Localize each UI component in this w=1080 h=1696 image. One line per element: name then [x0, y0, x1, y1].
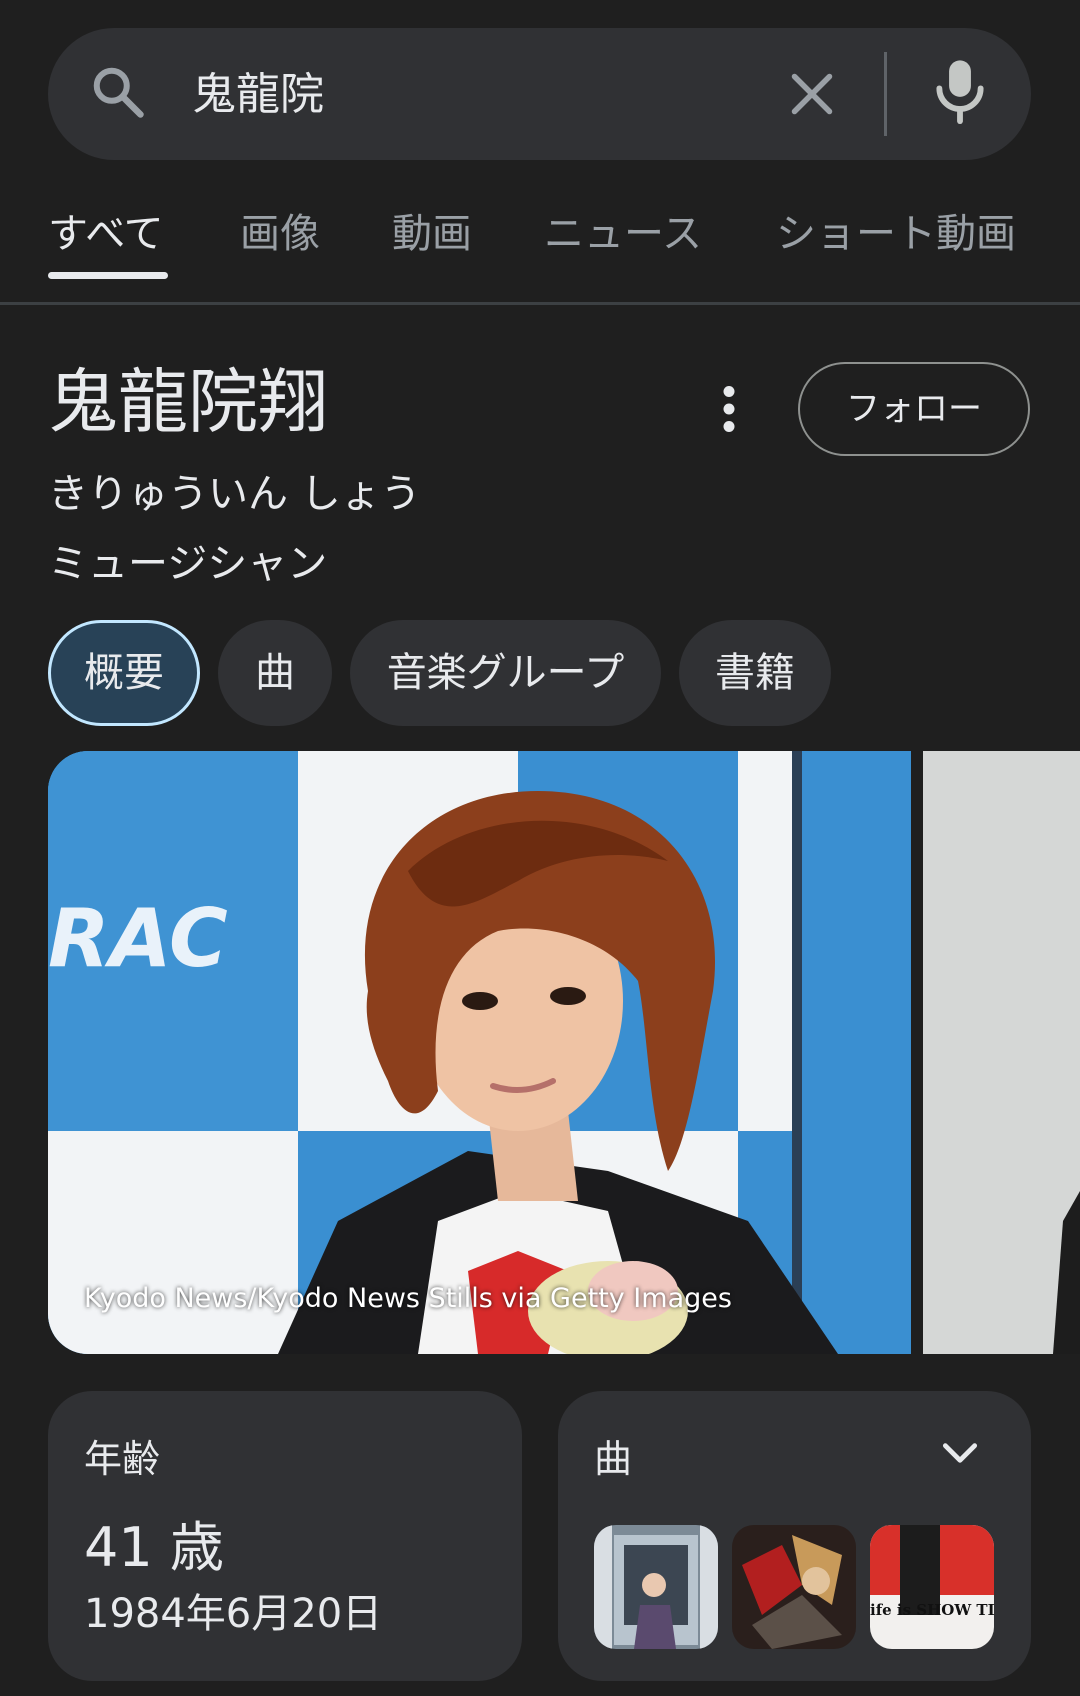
- profile-photo[interactable]: RAC Kyodo News/Kyodo News Stills via Get…: [48, 751, 911, 1354]
- age-value: 41 歳: [84, 1516, 224, 1579]
- search-icon[interactable]: [88, 62, 148, 122]
- songs-card[interactable]: 曲 ife is SHOW TIM: [558, 1391, 1031, 1681]
- search-tabs: すべて 画像 動画 ニュース ショート動画: [0, 200, 1080, 304]
- panel-title: 鬼龍院翔: [48, 361, 328, 443]
- song-thumbnail-art: [594, 1525, 718, 1649]
- microphone-icon[interactable]: [930, 58, 990, 126]
- next-photo-illustration: [923, 751, 1080, 1354]
- tab-news[interactable]: ニュース: [544, 210, 702, 258]
- panel-subtitle: ミュージシャン: [48, 541, 328, 587]
- backdrop-logo: RAC: [48, 892, 228, 985]
- more-options-icon[interactable]: [714, 384, 744, 434]
- tab-videos[interactable]: 動画: [392, 210, 472, 258]
- panel-reading: きりゅういん しょう: [48, 471, 421, 517]
- search-divider: [884, 52, 887, 136]
- chip-songs[interactable]: 曲: [218, 620, 332, 726]
- follow-button[interactable]: フォロー: [798, 362, 1030, 456]
- chip-overview[interactable]: 概要: [48, 620, 200, 726]
- chevron-down-icon[interactable]: [938, 1431, 982, 1475]
- next-photo[interactable]: [923, 751, 1080, 1354]
- search-input[interactable]: 鬼龍院: [192, 62, 324, 128]
- age-card[interactable]: 年齢 41 歳 1984年6月20日: [48, 1391, 522, 1681]
- active-tab-indicator: [48, 272, 168, 279]
- close-icon[interactable]: [782, 64, 842, 124]
- song-thumbnail[interactable]: ife is SHOW TIM: [870, 1525, 994, 1649]
- songs-label: 曲: [594, 1437, 633, 1481]
- tabs-divider: [0, 302, 1080, 305]
- song-thumbnail-art: ife is SHOW TIM: [870, 1525, 994, 1649]
- song-thumbnail-art: [732, 1525, 856, 1649]
- song-thumbnail[interactable]: [732, 1525, 856, 1649]
- chip-books[interactable]: 書籍: [679, 620, 831, 726]
- age-label: 年齢: [84, 1437, 161, 1481]
- image-credit: Kyodo News/Kyodo News Stills via Getty I…: [84, 1283, 732, 1314]
- tab-images[interactable]: 画像: [240, 210, 320, 258]
- tab-all[interactable]: すべて: [48, 210, 164, 258]
- song-thumbnail[interactable]: [594, 1525, 718, 1649]
- tab-short-videos[interactable]: ショート動画: [776, 210, 1016, 258]
- chip-music-group[interactable]: 音楽グループ: [350, 620, 661, 726]
- thumbnail-caption: ife is SHOW TIM: [870, 1601, 994, 1619]
- profile-photo-illustration: RAC: [48, 751, 911, 1354]
- birth-date: 1984年6月20日: [84, 1591, 383, 1637]
